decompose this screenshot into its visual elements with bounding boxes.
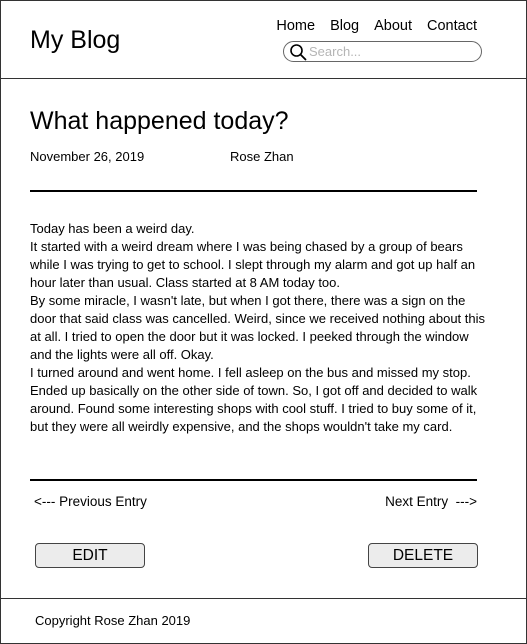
search-icon: [290, 44, 307, 61]
delete-button[interactable]: DELETE: [368, 543, 478, 568]
post-body: Today has been a weird day. It started w…: [30, 220, 490, 436]
post-paragraph: Today has been a weird day.: [30, 221, 195, 236]
post-author: Rose Zhan: [230, 149, 294, 164]
divider-bottom: [30, 479, 477, 481]
site-footer: Copyright Rose Zhan 2019: [1, 598, 526, 644]
nav-link-contact[interactable]: Contact: [427, 17, 477, 35]
edit-button[interactable]: EDIT: [35, 543, 145, 568]
next-entry-link[interactable]: Next Entry --->: [385, 494, 477, 510]
search-input[interactable]: [307, 44, 469, 59]
nav-link-about[interactable]: About: [374, 17, 412, 35]
copyright-text: Copyright Rose Zhan 2019: [35, 613, 191, 628]
site-header: My Blog Home Blog About Contact: [1, 1, 526, 79]
post-title: What happened today?: [30, 107, 289, 135]
divider-top: [30, 190, 477, 192]
page-frame: My Blog Home Blog About Contact What hap…: [0, 0, 527, 644]
previous-entry-link[interactable]: <--- Previous Entry: [34, 494, 147, 510]
nav-link-home[interactable]: Home: [276, 17, 315, 35]
post-paragraph: By some miracle, I wasn't late, but when…: [30, 293, 486, 362]
post-paragraph: It started with a weird dream where I wa…: [30, 239, 476, 290]
post-paragraph: I turned around and went home. I fell as…: [30, 365, 478, 434]
search-box[interactable]: [283, 41, 482, 62]
nav-link-blog[interactable]: Blog: [330, 17, 359, 35]
post-date: November 26, 2019: [30, 149, 145, 164]
main-nav: Home Blog About Contact: [276, 17, 477, 35]
site-title[interactable]: My Blog: [30, 24, 120, 56]
